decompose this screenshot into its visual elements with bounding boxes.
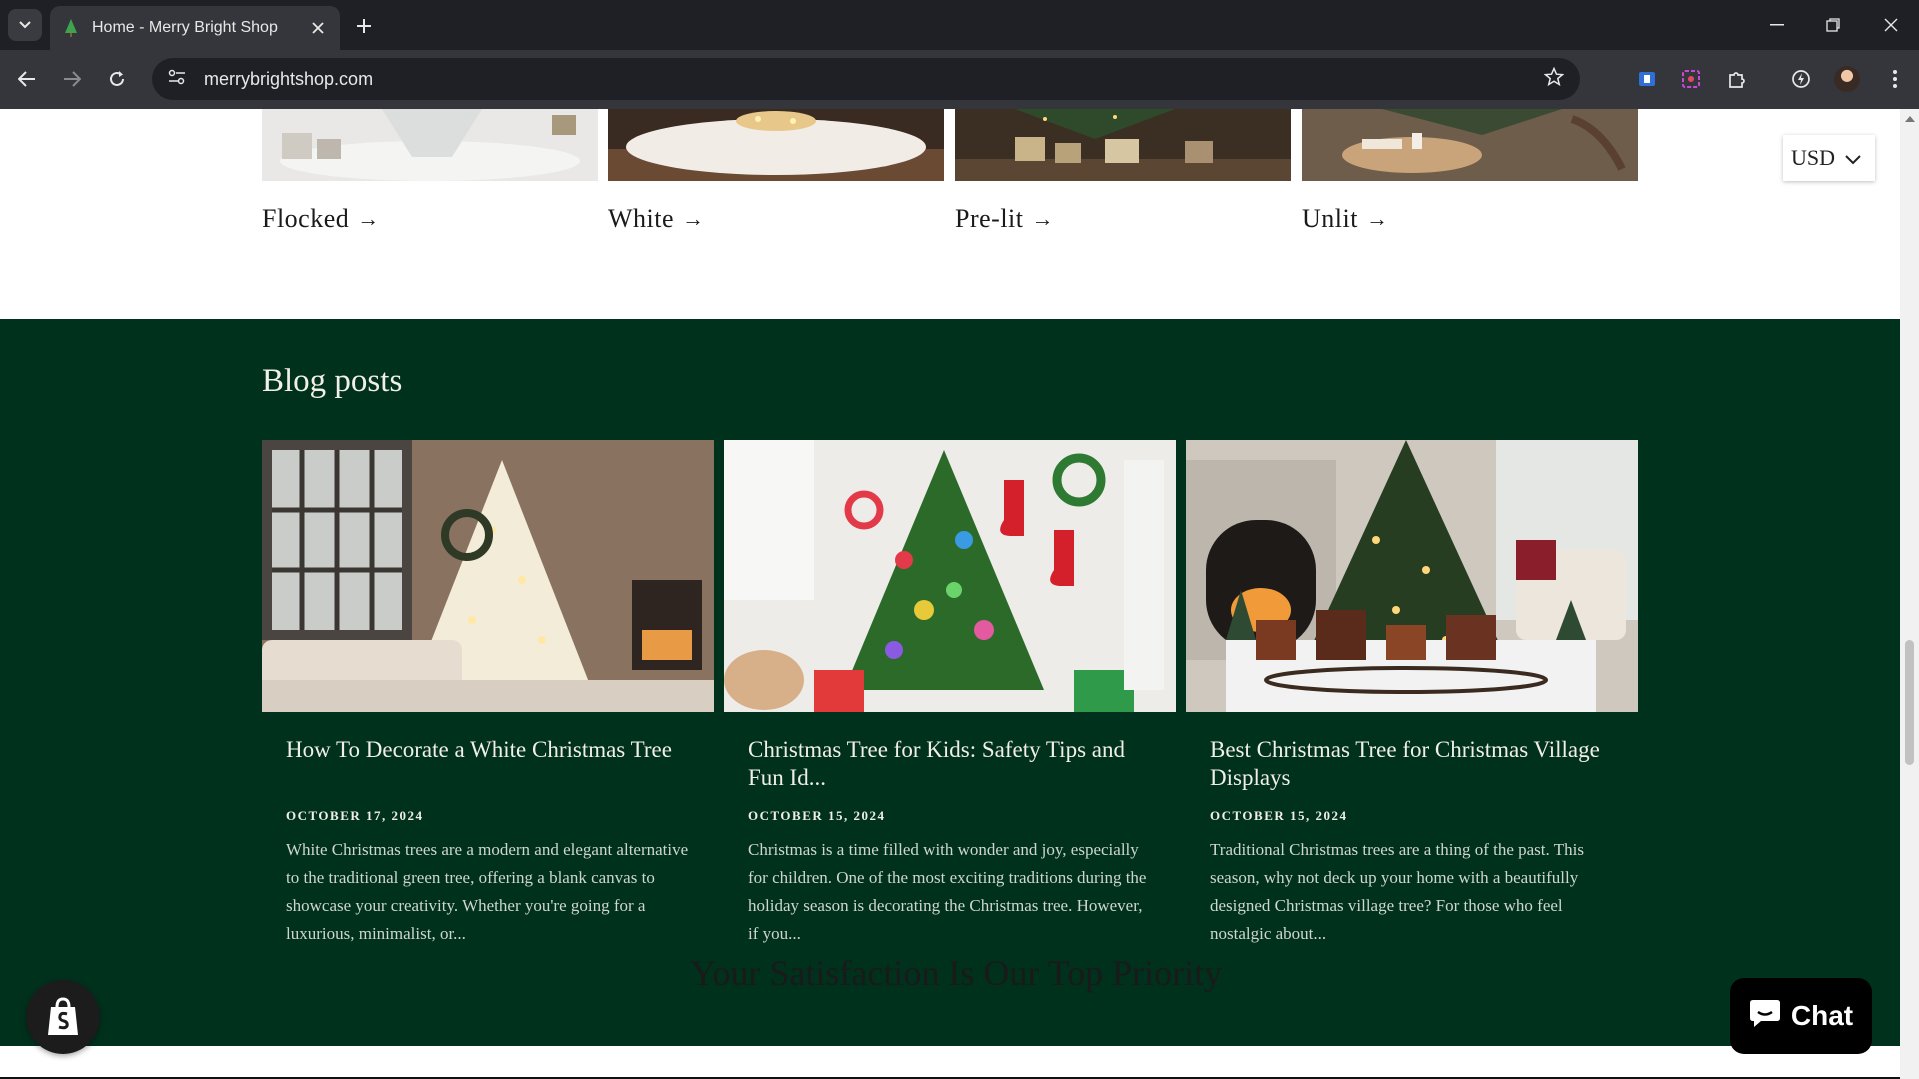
blog-card-excerpt: Christmas is a time filled with wonder a…	[748, 840, 1147, 943]
plus-icon[interactable]	[350, 12, 378, 40]
category-link-flocked[interactable]: Flocked →	[262, 204, 380, 234]
window-close-icon[interactable]	[1876, 10, 1906, 40]
star-icon[interactable]	[1543, 66, 1565, 92]
category-link-pre-lit[interactable]: Pre-lit →	[955, 204, 1054, 234]
chevron-down-icon	[1845, 145, 1861, 171]
chat-button[interactable]: Chat	[1730, 978, 1872, 1054]
arrow-right-icon: →	[682, 206, 705, 231]
blog-card-excerpt: White Christmas trees are a modern and e…	[286, 840, 689, 943]
minimize-icon[interactable]	[1762, 10, 1792, 40]
scrollbar[interactable]	[1900, 109, 1919, 1079]
blog-card[interactable]: Christmas Tree for Kids: Safety Tips and…	[724, 440, 1176, 948]
menu-icon[interactable]	[1880, 64, 1910, 94]
blog-card-title[interactable]: Christmas Tree for Kids: Safety Tips and…	[748, 736, 1152, 792]
address-bar[interactable]: merrybrightshop.com	[152, 58, 1580, 100]
scrollbar-thumb[interactable]	[1905, 640, 1914, 765]
reload-icon[interactable]	[102, 64, 132, 94]
blog-card-date: OCTOBER 15, 2024	[1210, 808, 1348, 823]
arrow-right-icon: →	[357, 206, 380, 231]
currency-selector[interactable]: USD	[1783, 135, 1875, 181]
category-image-flocked[interactable]	[262, 109, 598, 181]
category-image-pre-lit[interactable]	[955, 109, 1291, 181]
satisfaction-heading: Your Satisfaction Is Our Top Priority	[690, 953, 1223, 993]
close-icon[interactable]	[308, 18, 328, 38]
category-label: Unlit	[1302, 204, 1358, 233]
site-settings-icon[interactable]	[168, 69, 186, 90]
blog-card-date: OCTOBER 15, 2024	[748, 808, 886, 823]
category-label: White	[608, 204, 675, 233]
browser-toolbar: merrybrightshop.com	[0, 50, 1919, 109]
blog-section: Blog posts How To Decorate a White Chris…	[0, 319, 1900, 1046]
chat-label: Chat	[1790, 1000, 1854, 1031]
blog-card[interactable]: How To Decorate a White Christmas Tree O…	[262, 440, 714, 948]
capture-extension-icon[interactable]	[1676, 64, 1706, 94]
tree-favicon-icon	[62, 19, 80, 37]
arrow-right-icon: →	[1031, 206, 1054, 231]
chat-bubble-icon	[1749, 998, 1781, 1035]
category-image-white[interactable]	[608, 109, 944, 181]
arrow-right-icon: →	[1365, 206, 1389, 231]
blog-card-image[interactable]	[724, 440, 1176, 712]
web-page: Flocked → White → Pre-lit → Unlit → USD …	[0, 109, 1900, 1079]
forward-icon[interactable]	[57, 64, 87, 94]
scroll-up-icon[interactable]	[1905, 116, 1915, 122]
tab-search-icon[interactable]	[8, 9, 42, 41]
category-label: Pre-lit	[955, 204, 1024, 233]
blog-card-image[interactable]	[1186, 440, 1638, 712]
back-icon[interactable]	[12, 64, 42, 94]
blog-card-title[interactable]: How To Decorate a White Christmas Tree	[286, 736, 690, 792]
section-heading: Blog posts	[262, 363, 403, 399]
url-text: merrybrightshop.com	[204, 68, 374, 89]
shopify-shop-button[interactable]	[26, 980, 100, 1054]
category-link-unlit[interactable]: Unlit →	[1302, 204, 1388, 234]
blog-card[interactable]: Best Christmas Tree for Christmas Villag…	[1186, 440, 1638, 948]
blog-card-excerpt: Traditional Christmas trees are a thing …	[1210, 840, 1584, 943]
extension-icon[interactable]	[1632, 64, 1662, 94]
currency-value: USD	[1791, 145, 1836, 170]
puzzle-icon[interactable]	[1722, 64, 1752, 94]
category-image-unlit[interactable]	[1302, 109, 1638, 181]
performance-icon[interactable]	[1786, 64, 1816, 94]
blog-card-date: OCTOBER 17, 2024	[286, 808, 424, 823]
browser-tab-bar: Home - Merry Bright Shop	[0, 0, 1919, 50]
category-label: Flocked	[262, 204, 350, 233]
tab-title: Home - Merry Bright Shop	[92, 19, 278, 36]
category-link-white[interactable]: White →	[608, 204, 705, 234]
shopify-bag-icon	[48, 997, 78, 1035]
browser-tab-active[interactable]: Home - Merry Bright Shop	[50, 6, 340, 50]
avatar[interactable]	[1834, 66, 1860, 92]
restore-icon[interactable]	[1818, 10, 1848, 40]
blog-card-title[interactable]: Best Christmas Tree for Christmas Villag…	[1210, 736, 1614, 792]
blog-card-image[interactable]	[262, 440, 714, 712]
